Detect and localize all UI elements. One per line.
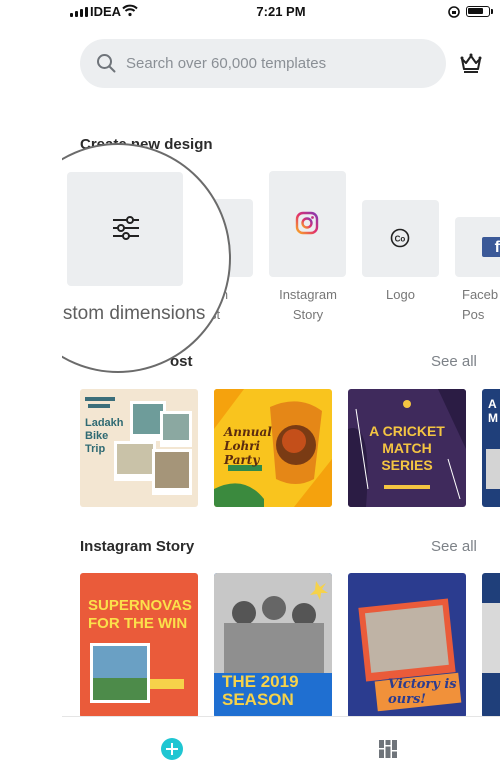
template-thumb-victory[interactable]: Victory is ours! [348, 573, 466, 718]
canva-home-screen: IDEA 7:21 PM Create new design am st [62, 0, 500, 777]
svg-text:Co: Co [395, 235, 406, 244]
instagram-icon [295, 211, 319, 235]
template-text-season: THE 2019 SEASON [222, 672, 299, 709]
template-thumb-season[interactable]: THE 2019 SEASON [214, 573, 332, 718]
search-input[interactable] [126, 39, 426, 88]
bottom-nav-bar [62, 716, 500, 777]
design-label-custom-dimensions: Custom dimensions [62, 303, 206, 324]
battery-level [468, 8, 483, 14]
facebook-icon: f [482, 237, 500, 257]
template-text-ladakh: Ladakh Bike Trip [85, 417, 124, 455]
battery-icon [466, 6, 490, 17]
story-section-title: Instagram Story [80, 538, 195, 555]
search-icon [97, 54, 116, 73]
background-panel [0, 0, 63, 777]
template-thumb-partial[interactable]: A M [482, 389, 500, 507]
template-text-supernovas: SUPERNOVAS FOR THE WIN [88, 597, 192, 632]
sliders-icon [113, 216, 139, 240]
search-bar[interactable] [80, 39, 446, 88]
rotation-lock-icon [448, 6, 460, 18]
design-label-logo: Logo [386, 287, 415, 302]
grid-icon[interactable] [378, 739, 398, 759]
template-thumb-supernovas[interactable]: SUPERNOVAS FOR THE WIN [80, 573, 198, 718]
battery-tip [491, 9, 493, 14]
template-thumb-lohri[interactable]: Annual Lohri Party [214, 389, 332, 507]
clock: 7:21 PM [256, 4, 306, 19]
post-see-all-link[interactable]: See all [431, 353, 477, 370]
design-tile-instagram-story[interactable] [269, 171, 346, 277]
magnifier-overlay: Custom dimensions [62, 143, 231, 373]
crown-icon[interactable] [459, 51, 483, 75]
design-label-instagram-story: Instagram Story [279, 287, 337, 322]
template-thumb-cricket[interactable]: A CRICKET MATCH SERIES [348, 389, 466, 507]
design-tile-logo[interactable]: Co [362, 200, 439, 277]
copyright-icon: Co [390, 228, 410, 248]
design-tile-facebook-post[interactable]: f [455, 217, 500, 277]
status-bar: IDEA 7:21 PM [62, 0, 500, 24]
template-thumb-ladakh[interactable]: Ladakh Bike Trip [80, 389, 198, 507]
post-section-title: ost [170, 353, 193, 370]
template-text-partial: A M [488, 397, 498, 425]
plus-circle-icon[interactable] [161, 738, 183, 760]
template-text-lohri: Annual Lohri Party [224, 425, 272, 467]
design-tile-custom-dimensions[interactable] [67, 172, 183, 286]
template-text-victory: Victory is ours! [388, 677, 457, 707]
story-see-all-link[interactable]: See all [431, 538, 477, 555]
template-text-cricket: A CRICKET MATCH SERIES [369, 423, 445, 473]
template-thumb-partial-story[interactable] [482, 573, 500, 718]
design-label-facebook-post: Faceb Pos [462, 287, 499, 322]
